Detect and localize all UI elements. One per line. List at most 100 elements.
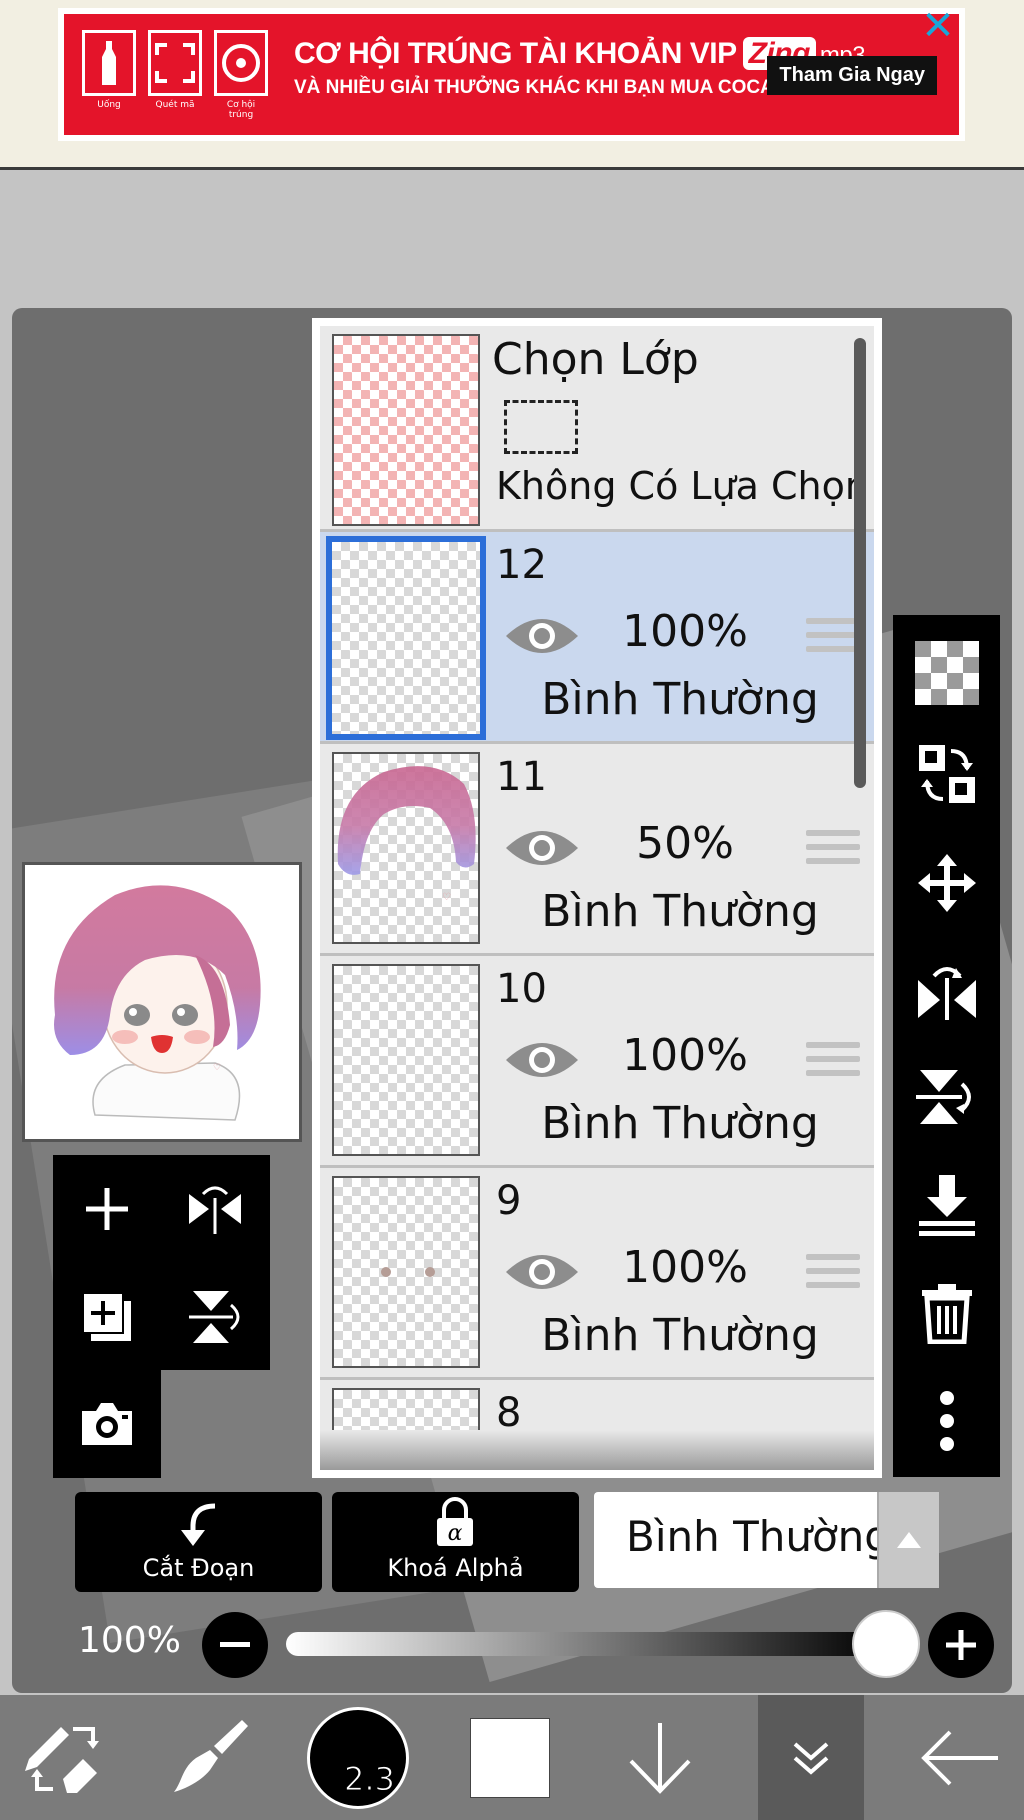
swap-layer-button[interactable] [893, 725, 1000, 825]
layer-blend-mode[interactable]: Bình Thường [520, 1310, 840, 1361]
ad-step-win: Cơ hội trúng [214, 29, 268, 120]
arrow-down-icon [629, 1722, 691, 1794]
duplicate-layer-button[interactable] [53, 1263, 161, 1371]
layer-row-12[interactable]: 12 100% Bình Thường [320, 532, 874, 744]
merge-down-icon [918, 1175, 975, 1236]
layer-opacity[interactable]: 100% [600, 606, 770, 657]
opacity-decrease-button[interactable] [202, 1612, 268, 1678]
brush-tool-button[interactable] [160, 1695, 260, 1820]
selection-layer-title: Chọn Lớp [492, 334, 699, 385]
flip-vertical-icon [915, 1070, 971, 1124]
layer-blend-mode[interactable]: Bình Thường [520, 1098, 840, 1149]
eye-icon[interactable] [504, 824, 580, 872]
layers-panel-toggle[interactable] [758, 1695, 864, 1820]
ad-content[interactable]: Uống Quét mã Cơ hội trúng CƠ HỘI TRÚNG T… [64, 14, 959, 135]
alpha-lock-button[interactable]: α Khoá Alphả [332, 1492, 579, 1592]
layer-row-9[interactable]: 9 100% Bình Thường [320, 1168, 874, 1380]
opacity-slider-track[interactable] [286, 1632, 886, 1656]
flip-v-icon [189, 1291, 240, 1343]
brush-size-indicator: 2.3 [307, 1706, 409, 1809]
alpha-lock-label: Khoá Alphả [387, 1554, 524, 1582]
back-button[interactable] [900, 1695, 1020, 1820]
layer-opacity[interactable]: 100% [600, 1030, 770, 1081]
close-icon[interactable]: ✕ [918, 6, 958, 46]
current-color-swatch [470, 1717, 550, 1798]
flip-h-icon [189, 1186, 241, 1234]
bottle-icon [82, 29, 136, 96]
merge-down-button[interactable] [893, 1155, 1000, 1255]
layer-opacity[interactable]: 50% [600, 818, 770, 869]
disc-icon [214, 29, 268, 96]
import-photo-button[interactable] [53, 1370, 161, 1478]
flip-vertical-button[interactable] [893, 1047, 1000, 1147]
layer-thumbnail[interactable]: ♡ [332, 752, 480, 944]
minus-icon [220, 1642, 250, 1647]
drag-handle-icon[interactable] [806, 830, 860, 872]
transparent-layer-icon [914, 641, 979, 705]
layer-panel: Chọn Lớp Không Có Lựa Chọn 12 100% Bình … [312, 318, 882, 1478]
move-layer-button[interactable] [893, 833, 1000, 933]
trash-icon [921, 1284, 972, 1344]
brush-size-button[interactable]: 2.3 [298, 1695, 418, 1820]
layer-list[interactable]: Chọn Lớp Không Có Lựa Chọn 12 100% Bình … [320, 326, 874, 1470]
layer-thumbnail[interactable] [332, 1176, 480, 1368]
list-bottom-fade [320, 1430, 874, 1470]
layer-down-button[interactable] [610, 1695, 710, 1820]
eye-icon[interactable] [504, 1248, 580, 1296]
layer-more-button[interactable] [893, 1371, 1000, 1471]
pen-eraser-swap-icon [25, 1726, 99, 1793]
opacity-slider-knob[interactable] [852, 1610, 920, 1678]
selection-layer-thumbnail [332, 334, 480, 526]
layer-row-11[interactable]: ♡ 11 50% Bình Thường [320, 744, 874, 956]
layer-tools-left-camera [53, 1370, 161, 1478]
selection-status: Không Có Lựa Chọn [496, 464, 869, 508]
layer-blend-mode[interactable]: Bình Thường [520, 674, 840, 725]
clipping-button[interactable]: Cắt Đoạn [75, 1492, 322, 1592]
delete-layer-button[interactable] [893, 1263, 1000, 1363]
ad-banner-bar: Uống Quét mã Cơ hội trúng CƠ HỘI TRÚNG T… [0, 0, 1024, 170]
artwork-thumbnail: ♡ [54, 885, 261, 1121]
eye-icon[interactable] [504, 1036, 580, 1084]
ad-step-drink: Uống [82, 29, 136, 120]
drag-handle-icon[interactable] [806, 618, 860, 660]
plus-icon [946, 1630, 976, 1660]
layer-blend-mode[interactable]: Bình Thường [520, 886, 840, 937]
layer-tools-left [53, 1155, 270, 1370]
color-picker-button[interactable] [460, 1695, 560, 1820]
ad-step-scan: Quét mã [148, 29, 202, 120]
layer-number: 11 [496, 754, 547, 800]
ad-banner[interactable]: Uống Quét mã Cơ hội trúng CƠ HỘI TRÚNG T… [58, 8, 965, 141]
layer-thumbnail[interactable] [332, 964, 480, 1156]
layer-list-scrollbar[interactable] [854, 338, 866, 788]
opacity-value-label: 100% [78, 1620, 181, 1661]
layer-number: 10 [496, 966, 547, 1012]
layer-tools-right [893, 615, 1000, 1477]
ad-fine-print [294, 105, 927, 113]
flip-horizontal-button[interactable] [893, 941, 1000, 1041]
dropdown-arrow-icon[interactable] [877, 1492, 939, 1588]
canvas-preview[interactable]: ♡ [22, 862, 302, 1142]
ad-steps: Uống Quét mã Cơ hội trúng [82, 29, 268, 120]
flip-horizontal-icon [917, 967, 976, 1020]
drag-handle-icon[interactable] [806, 1254, 860, 1296]
ad-step-label: Quét mã [155, 99, 195, 110]
svg-text:♡: ♡ [213, 1063, 221, 1073]
drag-handle-icon[interactable] [806, 1042, 860, 1084]
ad-cta-button[interactable]: Tham Gia Ngay [767, 56, 937, 95]
svg-text:♡: ♡ [442, 892, 451, 903]
layer-thumbnail[interactable] [326, 536, 486, 740]
new-transparent-layer-button[interactable] [893, 623, 1000, 723]
selection-layer-row[interactable]: Chọn Lớp Không Có Lựa Chọn [320, 326, 874, 532]
flip-layer-vertical-button[interactable] [161, 1263, 269, 1371]
tool-switch-button[interactable] [10, 1695, 120, 1820]
add-layer-button[interactable] [53, 1155, 161, 1263]
layer-row-10[interactable]: 10 100% Bình Thường [320, 956, 874, 1168]
eyes-sketch-thumbnail [381, 1267, 435, 1277]
flip-layer-horizontal-button[interactable] [161, 1155, 269, 1263]
blend-mode-select[interactable]: Bình Thường [594, 1492, 939, 1588]
layer-opacity[interactable]: 100% [600, 1242, 770, 1293]
eye-icon[interactable] [504, 612, 580, 660]
opacity-increase-button[interactable] [928, 1612, 994, 1678]
ad-step-label: Cơ hội trúng [226, 99, 256, 120]
layer-number: 12 [496, 542, 547, 588]
